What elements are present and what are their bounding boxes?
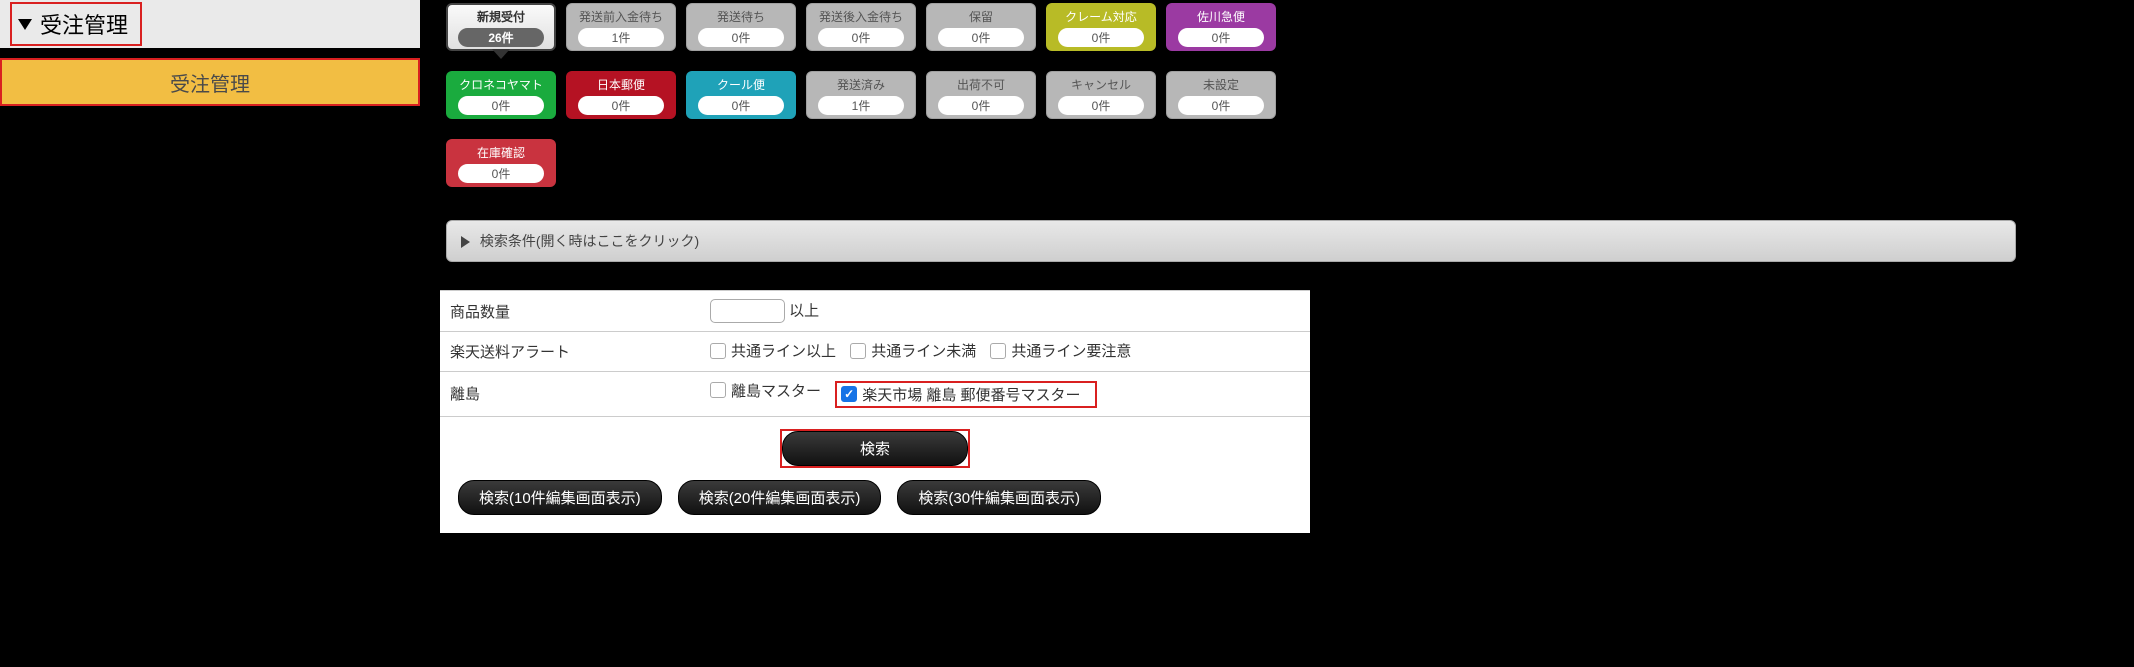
search-button-row: 検索(10件編集画面表示) 検索(20件編集画面表示) 検索(30件編集画面表示… [440,480,1310,515]
status-tab-label: 発送済み [837,76,885,93]
search-conditions-bar[interactable]: 検索条件(開く時はここをクリック) [446,220,2016,262]
rakuten-alert-cell: 共通ライン以上 共通ライン未満 共通ライン要注意 [700,332,1310,372]
status-tab-14[interactable]: 在庫確認 0件 [446,139,556,187]
status-tab-12[interactable]: キャンセル 0件 [1046,71,1156,119]
checkbox-icon [850,343,866,359]
triangle-down-icon [18,19,32,30]
status-tab-label: 佐川急便 [1197,8,1245,25]
status-tab-count: 0件 [578,96,664,115]
search-button[interactable]: 検索 [782,431,968,466]
status-tab-1[interactable]: 発送前入金待ち 1件 [566,3,676,51]
status-tab-count: 0件 [818,28,904,47]
status-tab-2[interactable]: 発送待ち 0件 [686,3,796,51]
rakuten-island-checkbox[interactable]: ✓ 楽天市場 離島 郵便番号マスター [841,384,1080,405]
filter-table: 商品数量 以上 楽天送料アラート 共通ライン以上 共通ライン未満 共通ライン [440,290,1310,417]
filter-row-island: 離島 離島マスター ✓ 楽天市場 離島 郵便番号マスター [440,371,1310,416]
status-tab-count: 0件 [1058,28,1144,47]
qty-cell: 以上 [700,291,1310,332]
search-buttons: 検索 検索(10件編集画面表示) 検索(20件編集画面表示) 検索(30件編集画… [440,417,1310,533]
search-20-button[interactable]: 検索(20件編集画面表示) [678,480,882,515]
sidebar: 受注管理 受注管理 [0,0,420,106]
sidebar-item-order-mgmt[interactable]: 受注管理 [0,58,420,106]
status-tab-count: 0件 [1178,96,1264,115]
status-tab-count: 1件 [578,28,664,47]
status-tab-6[interactable]: 佐川急便 0件 [1166,3,1276,51]
status-tab-count: 0件 [458,96,544,115]
status-tab-count: 26件 [458,28,544,47]
status-tab-label: 発送前入金待ち [579,8,663,25]
checkbox-icon [990,343,1006,359]
island-master-checkbox[interactable]: 離島マスター [710,380,821,401]
status-tab-count: 0件 [1058,96,1144,115]
search-10-button[interactable]: 検索(10件編集画面表示) [458,480,662,515]
status-tab-count: 0件 [698,96,784,115]
qty-input[interactable] [710,299,785,323]
rakuten-island-highlight: ✓ 楽天市場 離島 郵便番号マスター [835,381,1096,408]
status-tab-10[interactable]: 発送済み 1件 [806,71,916,119]
rakuten-island-label: 楽天市場 離島 郵便番号マスター [862,384,1080,405]
status-tab-label: 発送後入金待ち [819,8,903,25]
alert-checkbox-2[interactable]: 共通ライン未満 [850,340,976,361]
status-tab-label: クロネコヤマト [459,76,543,93]
main-search-wrap: 検索 [440,429,1310,468]
status-tab-count: 1件 [818,96,904,115]
status-tab-0[interactable]: 新規受付 26件 [446,3,556,51]
status-tab-label: 新規受付 [477,8,525,25]
status-tab-label: 出荷不可 [957,76,1005,93]
qty-label: 商品数量 [440,291,700,332]
triangle-right-icon [461,236,470,248]
status-tab-label: 在庫確認 [477,144,525,161]
checkbox-icon [710,382,726,398]
status-tab-count: 0件 [1178,28,1264,47]
status-tab-11[interactable]: 出荷不可 0件 [926,71,1036,119]
sidebar-header-box[interactable]: 受注管理 [10,2,142,46]
alert-label-3: 共通ライン要注意 [1011,340,1131,361]
alert-checkbox-3[interactable]: 共通ライン要注意 [990,340,1131,361]
status-tab-5[interactable]: クレーム対応 0件 [1046,3,1156,51]
island-master-label: 離島マスター [731,380,821,401]
status-tab-count: 0件 [458,164,544,183]
qty-suffix: 以上 [789,303,819,320]
status-tab-count: 0件 [938,96,1024,115]
filter-row-rakuten-alert: 楽天送料アラート 共通ライン以上 共通ライン未満 共通ライン要注意 [440,332,1310,372]
status-tab-9[interactable]: クール便 0件 [686,71,796,119]
status-tab-label: 未設定 [1203,76,1239,93]
status-tab-label: クレーム対応 [1065,8,1137,25]
sidebar-item-label: 受注管理 [170,68,250,97]
status-tab-3[interactable]: 発送後入金待ち 0件 [806,3,916,51]
status-tab-count: 0件 [938,28,1024,47]
alert-label-1: 共通ライン以上 [731,340,836,361]
status-tab-count: 0件 [698,28,784,47]
island-label: 離島 [440,371,700,416]
status-tab-label: 保留 [969,8,993,25]
status-tabs: 新規受付26件発送前入金待ち1件発送待ち0件発送後入金待ち0件保留0件クレーム対… [440,0,2120,190]
island-cell: 離島マスター ✓ 楽天市場 離島 郵便番号マスター [700,371,1310,416]
filter-row-qty: 商品数量 以上 [440,291,1310,332]
search-30-button[interactable]: 検索(30件編集画面表示) [897,480,1101,515]
status-tab-8[interactable]: 日本郵便 0件 [566,71,676,119]
checkbox-checked-icon: ✓ [841,386,857,402]
alert-label-2: 共通ライン未満 [871,340,976,361]
status-tab-7[interactable]: クロネコヤマト 0件 [446,71,556,119]
search-bar-label: 検索条件(開く時はここをクリック) [480,233,699,249]
alert-checkbox-1[interactable]: 共通ライン以上 [710,340,836,361]
status-tab-label: キャンセル [1071,76,1131,93]
status-tab-13[interactable]: 未設定 0件 [1166,71,1276,119]
status-tab-label: クール便 [717,76,765,93]
status-tab-label: 日本郵便 [597,76,645,93]
status-tab-label: 発送待ち [717,8,765,25]
sidebar-header: 受注管理 [0,0,420,48]
main-content: 新規受付26件発送前入金待ち1件発送待ち0件発送後入金待ち0件保留0件クレーム対… [440,0,2120,533]
checkbox-icon [710,343,726,359]
rakuten-alert-label: 楽天送料アラート [440,332,700,372]
status-tab-4[interactable]: 保留 0件 [926,3,1036,51]
main-search-highlight: 検索 [780,429,970,468]
sidebar-header-label: 受注管理 [40,8,128,40]
